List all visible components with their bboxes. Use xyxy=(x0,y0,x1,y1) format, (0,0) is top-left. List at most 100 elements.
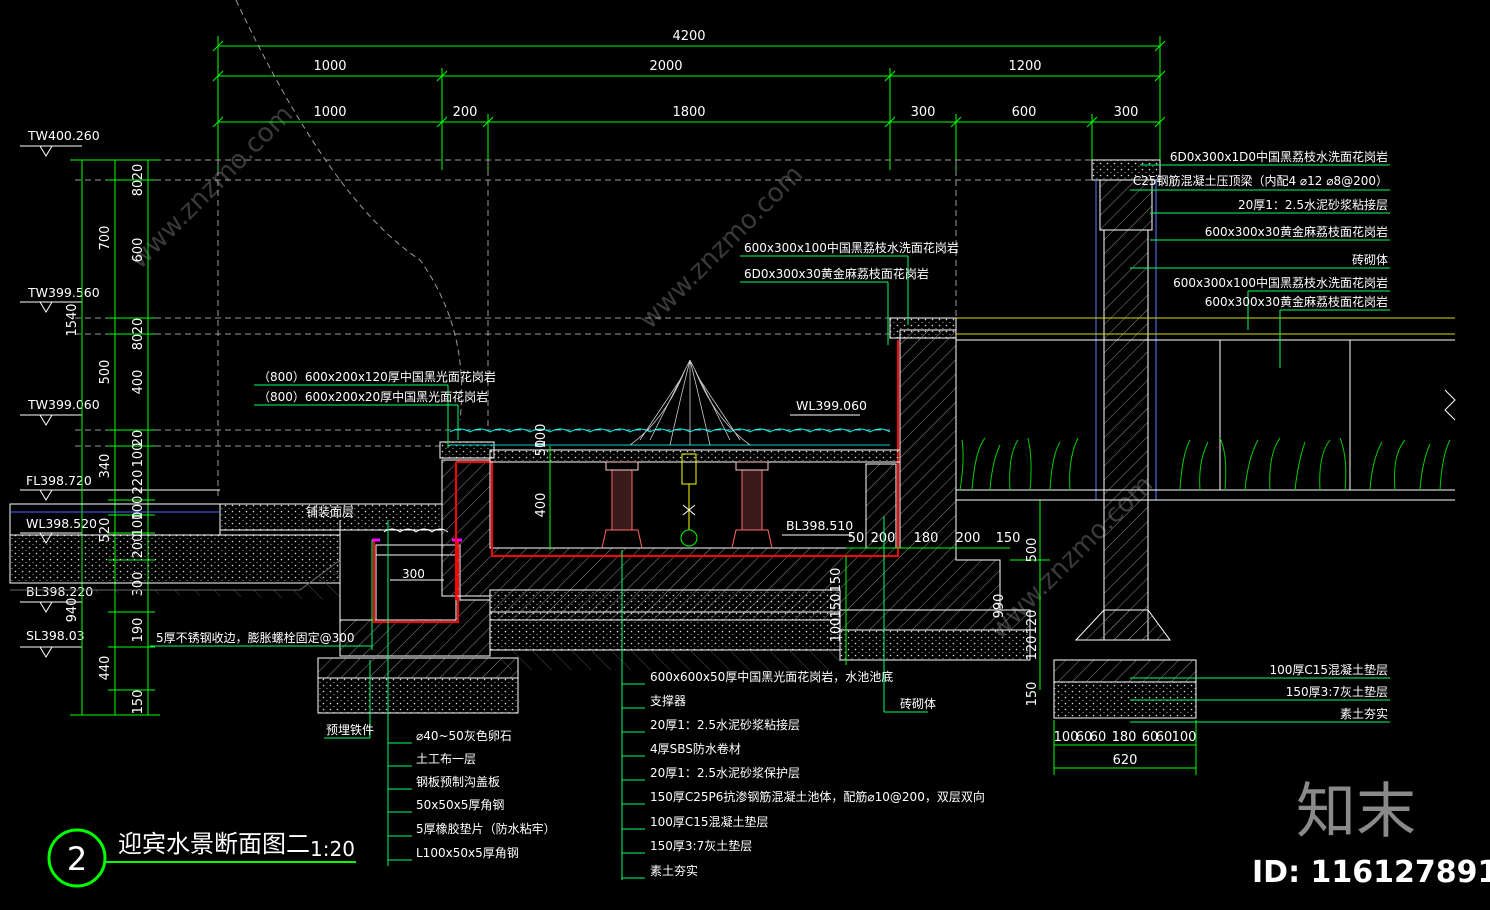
svg-text:（800）600x200x20厚中国黑光面花岗岩: （800）600x200x20厚中国黑光面花岗岩 xyxy=(258,389,488,404)
svg-text:600x300x30黄金麻荔枝面花岗岩: 600x300x30黄金麻荔枝面花岗岩 xyxy=(1205,294,1388,309)
svg-text:600x600x50厚中国黑光面花岗岩，水池池底: 600x600x50厚中国黑光面花岗岩，水池池底 xyxy=(650,669,893,684)
svg-text:150厚3:7灰土垫层: 150厚3:7灰土垫层 xyxy=(1286,684,1388,699)
svg-text:600: 600 xyxy=(131,238,146,263)
cad-section-drawing: www.znzmo.com www.znzmo.com www.znzmo.co… xyxy=(9,0,1490,890)
svg-text:620: 620 xyxy=(1113,753,1138,768)
svg-text:100厚C15混凝土垫层: 100厚C15混凝土垫层 xyxy=(650,814,769,829)
svg-text:5厚橡胶垫片（防水粘牢）: 5厚橡胶垫片（防水粘牢） xyxy=(416,821,556,836)
title-scale: 1:20 xyxy=(310,837,355,861)
svg-text:80: 80 xyxy=(131,180,146,197)
svg-text:WL398.520: WL398.520 xyxy=(26,516,97,531)
svg-text:100: 100 xyxy=(1172,730,1197,745)
svg-text:150: 150 xyxy=(996,531,1021,546)
svg-text:预埋铁件: 预埋铁件 xyxy=(326,723,374,737)
svg-text:支撑器: 支撑器 xyxy=(650,693,686,708)
svg-text:100: 100 xyxy=(534,424,549,449)
svg-text:600x300x30黄金麻荔枝面花岗岩: 600x300x30黄金麻荔枝面花岗岩 xyxy=(1205,224,1388,239)
svg-text:150: 150 xyxy=(1025,682,1040,707)
svg-text:300: 300 xyxy=(911,105,936,120)
title-text: 迎宾水景断面图二 xyxy=(118,830,310,858)
svg-text:500: 500 xyxy=(1025,538,1040,563)
svg-text:TW399.060: TW399.060 xyxy=(27,397,100,412)
svg-text:600x300x100中国黑荔枝水洗面花岗岩: 600x300x100中国黑荔枝水洗面花岗岩 xyxy=(1173,275,1388,290)
svg-text:100: 100 xyxy=(131,512,146,537)
svg-text:500: 500 xyxy=(98,360,113,385)
svg-text:1200: 1200 xyxy=(1008,59,1041,74)
svg-text:土工布一层: 土工布一层 xyxy=(416,752,476,766)
svg-text:TW400.260: TW400.260 xyxy=(27,128,100,143)
svg-text:400: 400 xyxy=(534,493,549,518)
svg-text:www.znzmo.com: www.znzmo.com xyxy=(124,100,299,275)
svg-text:20厚1：2.5水泥砂浆粘接层: 20厚1：2.5水泥砂浆粘接层 xyxy=(1238,197,1388,212)
svg-text:素土夯实: 素土夯实 xyxy=(650,863,698,878)
svg-text:150厚3:7灰土垫层: 150厚3:7灰土垫层 xyxy=(650,838,752,853)
svg-text:20厚1：2.5水泥砂浆保护层: 20厚1：2.5水泥砂浆保护层 xyxy=(650,765,800,780)
svg-text:20: 20 xyxy=(131,164,146,181)
svg-text:（800）600x200x120厚中国黑光面花岗岩: （800）600x200x120厚中国黑光面花岗岩 xyxy=(258,369,496,384)
svg-text:700: 700 xyxy=(98,226,113,251)
svg-text:2000: 2000 xyxy=(649,59,682,74)
svg-text:80: 80 xyxy=(131,334,146,351)
title-block: 2 迎宾水景断面图二 1:20 xyxy=(47,828,356,888)
svg-text:200: 200 xyxy=(871,531,896,546)
svg-text:L100x50x5厚角钢: L100x50x5厚角钢 xyxy=(416,846,519,860)
svg-text:100: 100 xyxy=(829,618,844,643)
svg-text:200: 200 xyxy=(453,105,478,120)
svg-text:TW399.560: TW399.560 xyxy=(27,285,100,300)
svg-text:100厚C15混凝土垫层: 100厚C15混凝土垫层 xyxy=(1269,662,1388,677)
svg-text:ID: 1161278916: ID: 1161278916 xyxy=(1252,855,1490,890)
svg-text:400: 400 xyxy=(131,370,146,395)
pool-structure xyxy=(439,317,1031,670)
title-number: 2 xyxy=(67,840,87,878)
svg-text:50x50x5厚角钢: 50x50x5厚角钢 xyxy=(416,798,504,812)
right-column xyxy=(1053,159,1197,719)
svg-text:120: 120 xyxy=(1025,636,1040,661)
fountain-spray xyxy=(629,359,751,446)
water-surface xyxy=(449,428,891,446)
svg-text:100: 100 xyxy=(131,443,146,468)
svg-text:1800: 1800 xyxy=(672,105,705,120)
mid-annotations: 600x300x100中国黑荔枝水洗面花岗岩 6D0x300x30黄金麻荔枝面花… xyxy=(744,240,959,281)
svg-text:20: 20 xyxy=(131,318,146,335)
svg-text:150: 150 xyxy=(829,568,844,593)
svg-text:940: 940 xyxy=(65,598,80,623)
top-dimension-lines xyxy=(212,36,1166,170)
svg-text:BL398.510: BL398.510 xyxy=(786,518,853,533)
svg-text:4200: 4200 xyxy=(672,29,705,44)
svg-text:1000: 1000 xyxy=(313,105,346,120)
svg-text:50: 50 xyxy=(848,531,865,546)
svg-text:180: 180 xyxy=(1112,730,1137,745)
svg-text:220: 220 xyxy=(131,470,146,495)
svg-text:600x300x100中国黑荔枝水洗面花岗岩: 600x300x100中国黑荔枝水洗面花岗岩 xyxy=(744,240,959,255)
svg-text:SL398.03: SL398.03 xyxy=(26,628,85,643)
top-dimension-text: 4200 1000 2000 1200 1000 200 1800 300 60… xyxy=(313,29,1138,120)
watermark-logo: 知末 ID: 1161278916 xyxy=(1252,777,1490,890)
svg-text:190: 190 xyxy=(131,618,146,643)
svg-text:6D0x300x30黄金麻荔枝面花岗岩: 6D0x300x30黄金麻荔枝面花岗岩 xyxy=(744,266,929,281)
svg-text:120: 120 xyxy=(1025,610,1040,635)
svg-text:1540: 1540 xyxy=(65,303,80,336)
svg-text:150: 150 xyxy=(829,594,844,619)
svg-text:300: 300 xyxy=(402,567,425,581)
svg-text:1000: 1000 xyxy=(313,59,346,74)
svg-text:WL399.060: WL399.060 xyxy=(796,398,867,413)
svg-text:4厚SBS防水卷材: 4厚SBS防水卷材 xyxy=(650,741,741,756)
right-annotations: 6D0x300x1D0中国黑荔枝水洗面花岗岩 C25钢筋混凝土压顶梁（内配4 ⌀… xyxy=(1133,149,1388,309)
svg-text:⌀40~50灰色卵石: ⌀40~50灰色卵石 xyxy=(416,729,512,743)
svg-text:150: 150 xyxy=(131,690,146,715)
svg-text:150厚C25P6抗渗钢筋混凝土池体，配筋⌀10@200，双: 150厚C25P6抗渗钢筋混凝土池体，配筋⌀10@200，双层双向 xyxy=(650,789,985,804)
pit-layer-annotations: ⌀40~50灰色卵石 土工布一层 钢板预制沟盖板 50x50x5厚角钢 5厚橡胶… xyxy=(416,729,556,860)
grass xyxy=(959,437,1451,491)
footing-dimension-text: 100 60 60 180 60 60 100 620 xyxy=(1054,730,1197,768)
svg-text:砖砌体: 砖砌体 xyxy=(900,696,936,711)
left-footing xyxy=(317,657,519,714)
svg-text:340: 340 xyxy=(98,454,113,479)
svg-text:60: 60 xyxy=(1156,730,1173,745)
svg-text:300: 300 xyxy=(1114,105,1139,120)
svg-text:砖砌体: 砖砌体 xyxy=(1352,252,1388,267)
svg-text:铺装面层: 铺装面层 xyxy=(306,505,354,519)
footing-annotations: 100厚C15混凝土垫层 150厚3:7灰土垫层 素土夯实 xyxy=(1269,662,1388,721)
pool-levels: WL399.060 BL398.510 xyxy=(782,398,867,536)
support-pedestals xyxy=(601,453,773,549)
svg-text:200: 200 xyxy=(956,531,981,546)
